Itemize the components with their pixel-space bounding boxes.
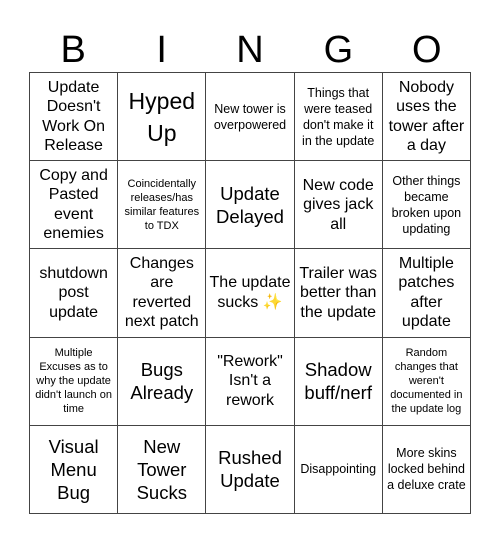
bingo-cell[interactable]: Random changes that weren't documented i… [382, 337, 471, 426]
header-letter-o: O [412, 29, 442, 71]
bingo-cell[interactable]: Hyped Up [118, 73, 207, 162]
bingo-cell[interactable]: Copy and Pasted event enemies [30, 161, 119, 250]
bingo-cell[interactable]: New code gives jack all [294, 161, 383, 250]
bingo-header: B I N G O [29, 28, 471, 72]
bingo-cell[interactable]: Changes are reverted next patch [118, 249, 207, 338]
bingo-cell[interactable]: Other things became broken upon updating [382, 161, 471, 250]
bingo-cell[interactable]: Coincidentally releases/has similar feat… [118, 161, 207, 250]
bingo-cell[interactable]: Bugs Already [118, 337, 207, 426]
bingo-cell[interactable]: Shadow buff/nerf [294, 337, 383, 426]
header-letter-g: G [323, 29, 354, 71]
bingo-cell[interactable]: New tower is overpowered [206, 73, 295, 162]
header-letter-b: B [60, 29, 86, 71]
bingo-cell[interactable]: Update Doesn't Work On Release [30, 73, 119, 162]
bingo-cell[interactable]: New Tower Sucks [118, 425, 207, 514]
bingo-cell[interactable]: Rushed Update [206, 425, 295, 514]
bingo-cell[interactable]: Multiple patches after update [382, 249, 471, 338]
bingo-cell[interactable]: Disappointing [294, 425, 383, 514]
header-letter-n: N [236, 29, 264, 71]
bingo-cell-center[interactable]: The update sucks ✨ [206, 249, 295, 338]
header-letter-i: I [156, 29, 167, 71]
bingo-cell[interactable]: Visual Menu Bug [30, 425, 119, 514]
bingo-grid: Update Doesn't Work On Release Hyped Up … [29, 72, 471, 514]
bingo-cell[interactable]: Things that were teased don't make it in… [294, 73, 383, 162]
bingo-cell[interactable]: Multiple Excuses as to why the update di… [30, 337, 119, 426]
bingo-cell[interactable]: More skins locked behind a deluxe crate [382, 425, 471, 514]
bingo-cell[interactable]: Nobody uses the tower after a day [382, 73, 471, 162]
bingo-cell[interactable]: "Rework" Isn't a rework [206, 337, 295, 426]
bingo-cell[interactable]: Trailer was better than the update [294, 249, 383, 338]
bingo-cell[interactable]: Update Delayed [206, 161, 295, 250]
bingo-cell[interactable]: shutdown post update [30, 249, 119, 338]
